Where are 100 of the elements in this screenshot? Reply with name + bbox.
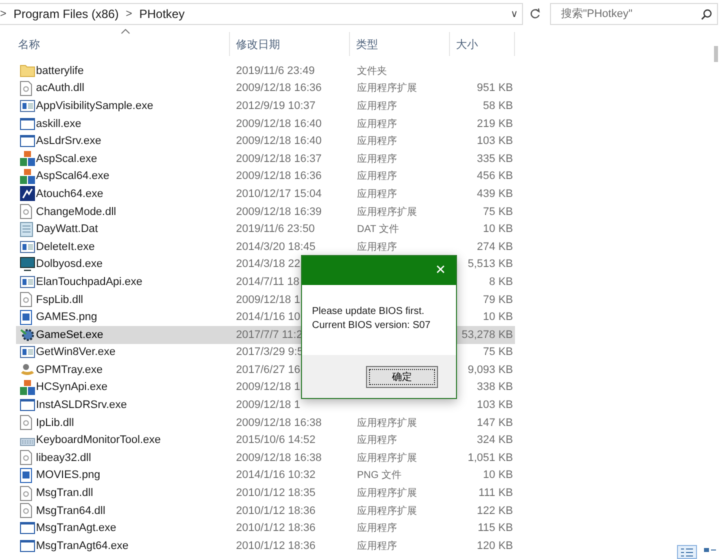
file-size: 219 KB: [476, 118, 513, 130]
window-icon: [20, 100, 35, 112]
modified-date: 2009/12/18 16:39: [236, 206, 323, 218]
file-size: 58 KB: [483, 100, 513, 112]
file-size: 111 KB: [478, 487, 513, 500]
file-type: 应用程序扩展: [357, 488, 417, 500]
file-type: 应用程序: [357, 242, 397, 253]
document-gear-icon: [20, 503, 32, 518]
file-type: 应用程序: [357, 136, 397, 148]
file-name: MsgTran64.dll: [36, 504, 106, 517]
modified-date: 2014/3/20 18:45: [236, 240, 317, 253]
modified-date: 2009/12/18 1: [236, 399, 302, 412]
file-type: 应用程序: [357, 171, 397, 182]
address-bar[interactable]: > Program Files (x86) > PHotkey ∨: [0, 3, 523, 25]
modified-date: 2009/12/18 16:38: [236, 416, 323, 429]
file-size: 10 KB: [483, 469, 513, 482]
document-gear-icon: [20, 415, 32, 430]
file-size: 8 KB: [489, 276, 513, 288]
file-type: 应用程序: [357, 188, 397, 200]
modified-date: 2019/11/6 23:49: [236, 64, 316, 77]
document-gear-icon: [20, 292, 32, 308]
column-header[interactable]: 修改日期: [230, 32, 350, 56]
sort-caret-icon: [120, 29, 130, 34]
file-size: 335 KB: [476, 152, 513, 165]
modified-date: 2012/9/19 10:37: [236, 100, 317, 112]
file-type: DAT 文件: [357, 224, 399, 236]
file-name: batterylife: [36, 64, 85, 77]
monitor-icon: [20, 257, 35, 272]
file-size: 338 KB: [476, 381, 513, 394]
document-gear-icon: [20, 204, 32, 220]
file-name: MOVIES.png: [36, 469, 102, 482]
file-size: 120 KB: [476, 540, 513, 552]
file-type: 应用程序: [357, 154, 397, 165]
window-icon: [20, 276, 35, 288]
image-file-icon: [20, 468, 32, 483]
file-size: 10 KB: [483, 311, 513, 324]
file-size: 75 KB: [483, 346, 513, 358]
history-dropdown[interactable]: ∨: [510, 8, 518, 20]
file-name: AsLdrSrv.exe: [36, 135, 102, 148]
folder-icon: [20, 64, 35, 78]
blocks-icon: [20, 151, 35, 166]
file-name: FspLib.dll: [36, 294, 84, 306]
column-header[interactable]: 类型: [350, 32, 450, 56]
file-name: GameSet.exe: [36, 328, 104, 341]
file-size: 53,278 KB: [462, 328, 513, 341]
blocks-icon: [20, 380, 35, 395]
window-icon: [20, 118, 35, 130]
modified-date: 2009/12/18 16:36: [236, 170, 323, 182]
file-type: 文件夹: [357, 66, 387, 77]
file-type: 应用程序扩展: [357, 506, 417, 517]
file-type: PNG 文件: [357, 470, 402, 482]
file-name: HCSynApi.exe: [36, 381, 109, 394]
file-type: 应用程序扩展: [357, 452, 417, 464]
close-button[interactable]: ✕: [425, 263, 456, 278]
modified-date: 2009/12/18 1: [236, 294, 302, 306]
search-field[interactable]: 搜索"PHotkey": [550, 3, 718, 25]
file-size: 75 KB: [483, 206, 513, 218]
file-name: ChangeMode.dll: [36, 206, 118, 218]
modified-date: 2019/11/6 23:50: [236, 223, 316, 236]
file-type: 应用程序扩展: [357, 206, 417, 218]
file-size: 1,051 KB: [468, 452, 513, 464]
document-gear-icon: [20, 80, 32, 96]
file-size: 439 KB: [476, 188, 513, 200]
file-size: 274 KB: [476, 240, 513, 253]
notepad-icon: [20, 222, 33, 237]
file-name: AppVisibilitySample.exe: [36, 100, 154, 112]
modified-date: 2017/6/27 16: [236, 364, 302, 376]
refresh-icon[interactable]: [529, 8, 541, 20]
ok-button[interactable]: 确定: [366, 366, 438, 388]
file-size: 951 KB: [476, 82, 513, 94]
column-header[interactable]: 名称: [12, 32, 230, 56]
file-size: 5,513 KB: [468, 258, 513, 270]
file-type: 应用程序扩展: [357, 83, 417, 94]
modified-date: 2014/7/11 18: [236, 276, 300, 288]
window-icon: [20, 522, 35, 534]
file-name: Atouch64.exe: [36, 188, 104, 200]
file-name: IpLib.dll: [36, 416, 75, 429]
column-header[interactable]: 大小: [450, 32, 515, 56]
modified-date: 2010/1/12 18:35: [236, 487, 317, 500]
scrollbar-thumb[interactable]: [714, 46, 718, 62]
details-view-button[interactable]: [677, 545, 697, 559]
modified-date: 2015/10/6 14:52: [236, 434, 317, 446]
modified-date: 2014/3/18 22: [236, 258, 302, 270]
file-type: 应用程序: [357, 540, 397, 552]
modified-date: 2010/12/17 15:04: [236, 188, 323, 200]
image-file-icon: [20, 310, 32, 325]
details-view-icon: [680, 546, 694, 558]
breadcrumb-item[interactable]: PHotkey: [139, 7, 185, 21]
file-name: MsgTranAgt64.exe: [36, 540, 130, 552]
file-size: 147 KB: [476, 416, 513, 429]
modified-date: 2014/1/16 10:32: [236, 469, 317, 482]
window-icon: [20, 346, 35, 358]
breadcrumb-item[interactable]: Program Files (x86): [13, 7, 119, 21]
modified-date: 2010/1/12 18:36: [236, 522, 317, 534]
file-size: 456 KB: [476, 170, 513, 182]
file-size: 115 KB: [478, 522, 513, 534]
file-size: 10 KB: [483, 223, 513, 236]
file-name: acAuth.dll: [36, 82, 86, 94]
file-name: GAMES.png: [36, 311, 98, 324]
window-icon: [20, 240, 35, 253]
